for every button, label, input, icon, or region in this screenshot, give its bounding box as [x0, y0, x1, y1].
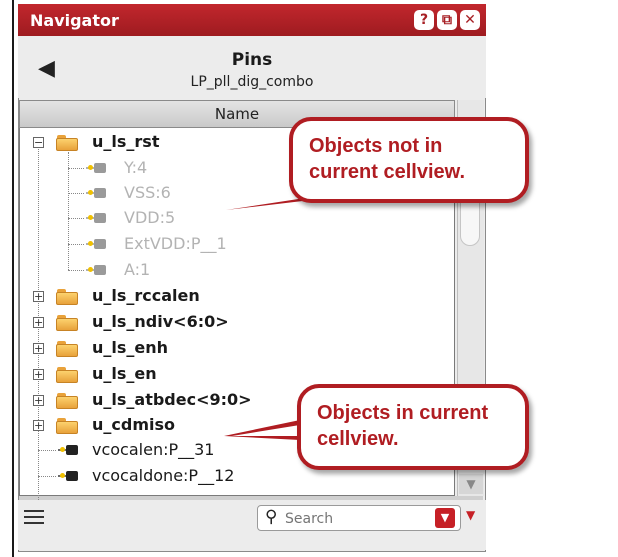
callout-not-in-cellview: Objects not in current cellview.	[289, 117, 529, 203]
callout-in-cellview: Objects in current cellview.	[297, 384, 529, 470]
callout-pointer-top-inner	[232, 205, 340, 208]
callout-pointers	[224, 196, 345, 440]
